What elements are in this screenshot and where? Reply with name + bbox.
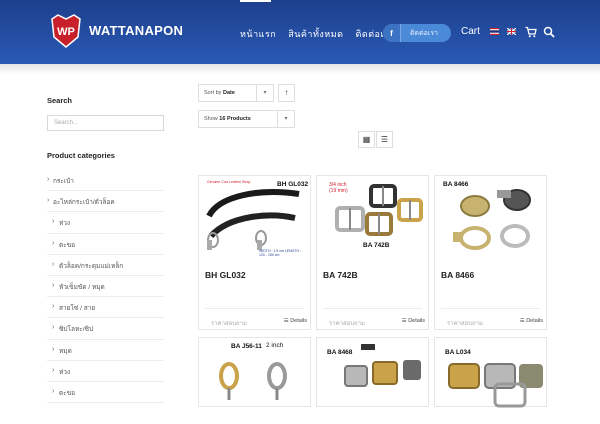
chevron-right-icon: › — [52, 239, 55, 247]
site-header: WP WATTANAPON หน้าแรก สินค้าทั้งหมด ติดต… — [0, 0, 600, 64]
product-card[interactable]: 3/4 inch (19 mm) BA 742B BA 742B ราคาสอบ… — [316, 175, 429, 330]
search-widget-title: Search — [47, 96, 73, 105]
product-image[interactable]: BA 8466 — [435, 176, 546, 262]
categories-widget-title: Product categories — [47, 151, 115, 160]
facebook-label: ติดต่อเรา — [410, 29, 438, 37]
product-image[interactable]: BA L034 — [435, 338, 546, 424]
product-title[interactable]: BA 8466 — [441, 270, 474, 280]
card-divider — [323, 308, 422, 309]
product-price: ราคาสอบถาม — [447, 321, 484, 327]
subcategory-item[interactable]: › ตะขอ — [47, 234, 164, 255]
product-card[interactable]: BA 8466 BA 8466 ราคาสอบถาม ☰ Details — [434, 175, 547, 330]
subcategory-item[interactable]: › ห่วง — [47, 212, 164, 234]
product-image[interactable]: BA J56-11 2 inch — [199, 338, 310, 424]
details-button[interactable]: ☰ Details — [402, 318, 425, 324]
product-card[interactable]: BA J56-11 2 inch — [198, 337, 311, 407]
chevron-right-icon: › — [52, 260, 55, 268]
subcategory-item[interactable]: › ตัวล็อค/กระดุมแม่เหล็ก — [47, 255, 164, 276]
logo-text: WP — [57, 26, 75, 38]
facebook-button[interactable]: f ติดต่อเรา — [383, 24, 451, 42]
sort-value: Date — [222, 90, 235, 96]
chevron-right-icon: › — [52, 324, 55, 332]
sort-prefix: Sort by — [204, 90, 222, 96]
products-per-page-select[interactable]: Show 16 Products ▾ — [198, 110, 295, 128]
sort-by-select[interactable]: Sort by Date ▾ — [198, 84, 274, 102]
show-prefix: Show — [204, 116, 218, 122]
cart-icon[interactable] — [525, 26, 537, 38]
details-button[interactable]: ☰ Details — [520, 318, 543, 324]
chevron-right-icon: › — [52, 345, 55, 353]
snap-hook-image — [219, 362, 287, 400]
chevron-right-icon: › — [52, 387, 55, 395]
nav-item-home[interactable]: หน้าแรก — [240, 27, 276, 41]
show-value: 16 Products — [219, 116, 251, 122]
facebook-icon: f — [383, 24, 401, 42]
image-code: BA 742B — [363, 242, 390, 249]
brand-logo[interactable]: WP — [48, 13, 84, 49]
chevron-right-icon: › — [52, 218, 55, 226]
active-nav-indicator — [240, 0, 271, 2]
category-item[interactable]: › อะไหล่กระเป๋า/ตัวล็อค — [47, 191, 164, 213]
thai-flag-icon[interactable] — [490, 28, 499, 35]
turn-lock-image — [453, 189, 531, 250]
image-dimensions: WIDTH : 1.9 cm LENGTH : 120 - 150 cm — [259, 249, 302, 257]
product-image[interactable]: BH GL032 Genuine Cow Leather Strap WIDTH… — [199, 176, 310, 262]
product-card[interactable]: BA L034 — [434, 337, 547, 408]
product-image[interactable]: 3/4 inch (19 mm) BA 742B — [317, 176, 428, 262]
product-price: ราคาสอบถาม — [211, 321, 248, 327]
sidebar-search-input[interactable]: Search... — [47, 115, 164, 131]
main-nav: หน้าแรก สินค้าทั้งหมด ติดต่อเรา — [240, 27, 395, 41]
grid-view-button[interactable]: ▦ — [358, 131, 375, 148]
tab-lock-image — [448, 363, 543, 408]
uk-flag-icon[interactable] — [507, 28, 516, 35]
product-image[interactable]: BA 8468 — [317, 338, 428, 424]
brand-name[interactable]: WATTANAPON — [89, 23, 183, 38]
subcategory-item[interactable]: › หัวเข็มขัด / หมุด — [47, 276, 164, 298]
product-title[interactable]: BH GL032 — [205, 270, 246, 280]
category-item[interactable]: › กระเป๋า — [47, 170, 164, 192]
list-view-button[interactable]: ☰ — [376, 131, 393, 148]
card-divider — [441, 308, 540, 309]
product-price: ราคาสอบถาม — [329, 321, 366, 327]
clasp-image — [344, 344, 421, 387]
search-icon[interactable] — [543, 26, 555, 38]
sort-direction-button[interactable]: ↑ — [278, 84, 295, 102]
nav-item-products[interactable]: สินค้าทั้งหมด — [288, 27, 343, 41]
buckle-image — [335, 184, 423, 236]
product-card[interactable]: BA 8468 — [316, 337, 429, 407]
card-divider — [205, 308, 304, 309]
chevron-right-icon: › — [47, 197, 50, 205]
chevron-down-icon: ▾ — [256, 85, 273, 101]
product-title[interactable]: BA 742B — [323, 270, 358, 280]
chevron-right-icon: › — [47, 176, 50, 183]
subcategory-item[interactable]: › ซิปโลหะ/ซิป — [47, 318, 164, 340]
chevron-right-icon: › — [52, 366, 55, 374]
header-shadow — [0, 64, 600, 74]
chevron-right-icon: › — [52, 281, 55, 289]
cart-link[interactable]: Cart — [461, 26, 480, 37]
subcategory-item[interactable]: › หมุด — [47, 340, 164, 361]
chevron-down-icon: ▾ — [277, 111, 294, 127]
category-list: › กระเป๋า › อะไหล่กระเป๋า/ตัวล็อค › ห่วง › ต… — [47, 170, 164, 404]
subcategory-item[interactable]: › ห่วง — [47, 361, 164, 382]
product-card[interactable]: BH GL032 Genuine Cow Leather Strap WIDTH… — [198, 175, 311, 330]
details-button[interactable]: ☰ Details — [284, 318, 307, 324]
chevron-right-icon: › — [52, 303, 55, 311]
subcategory-item[interactable]: › สายโซ่ / สาย — [47, 297, 164, 319]
